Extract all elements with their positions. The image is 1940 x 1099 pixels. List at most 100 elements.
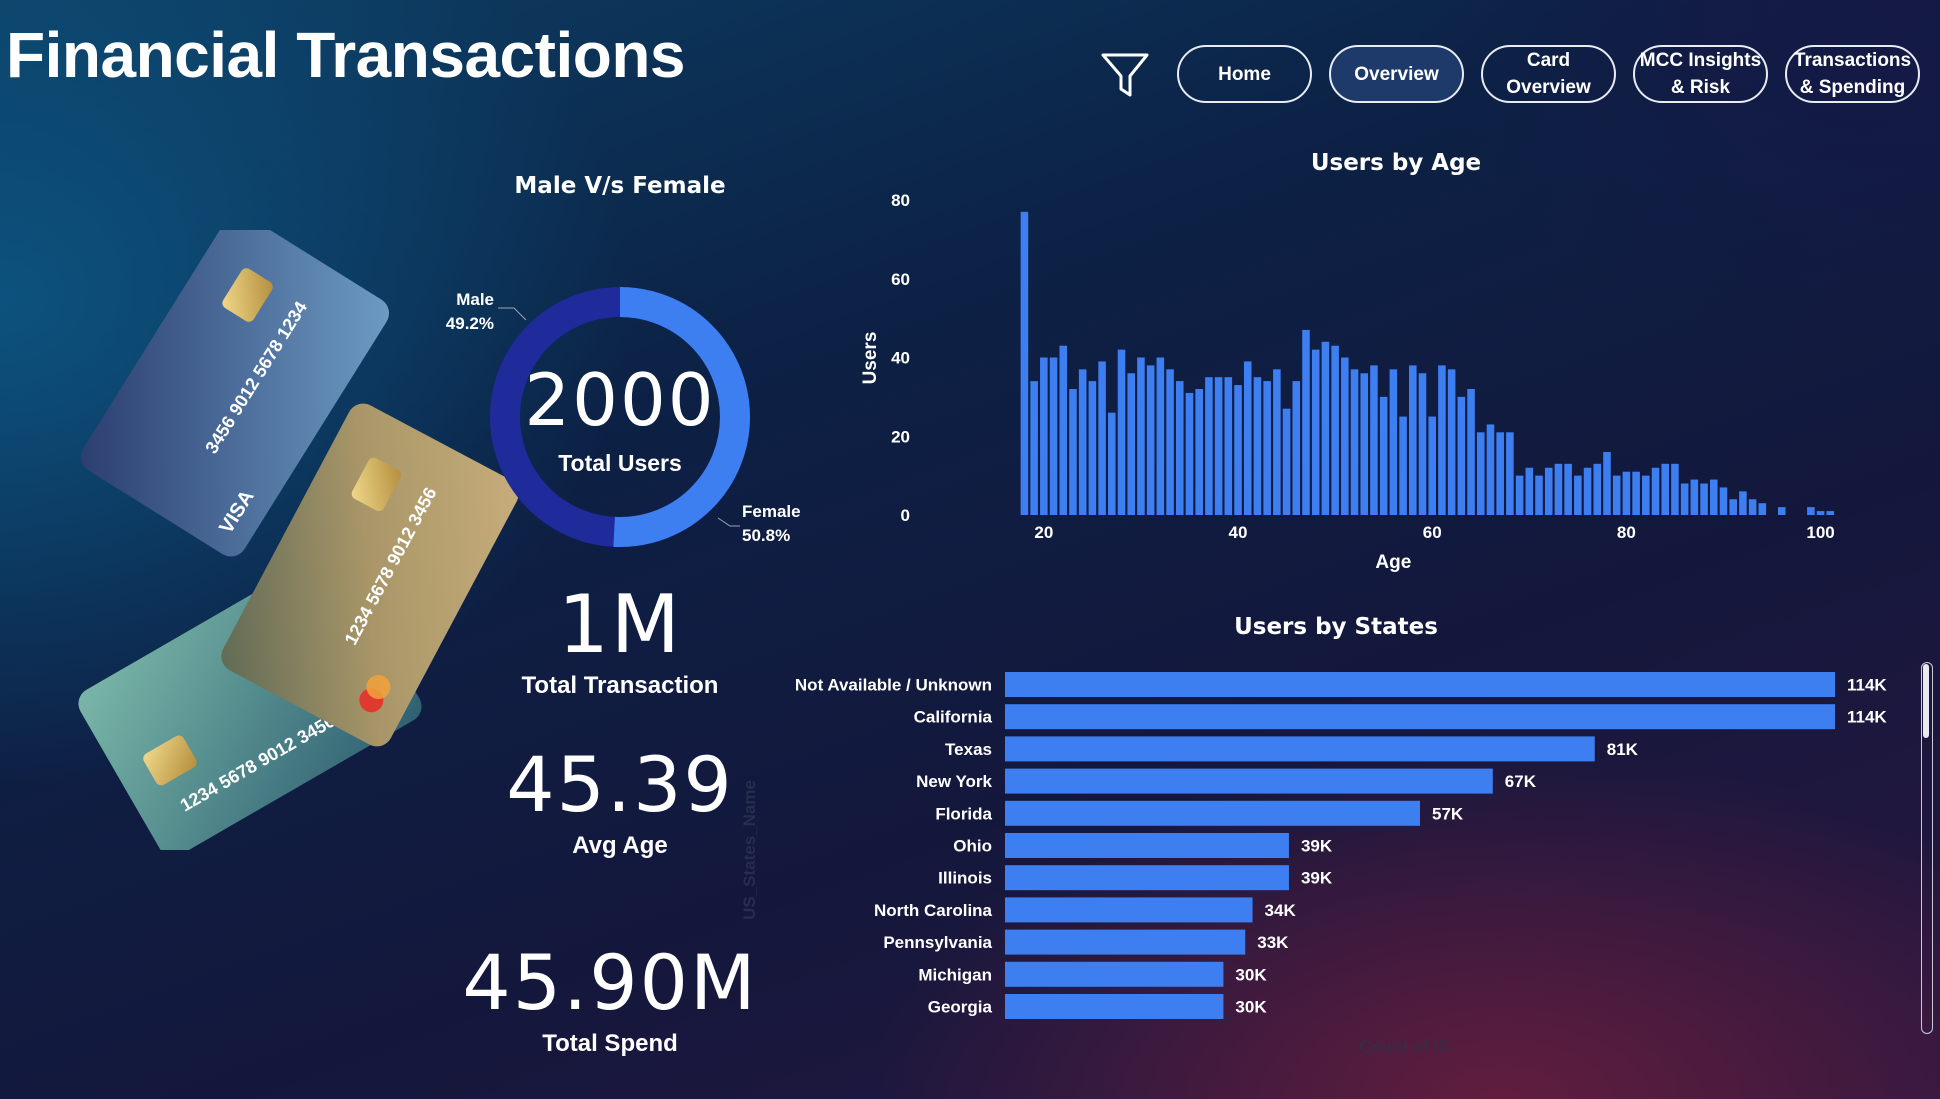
age-bar[interactable] bbox=[1059, 345, 1068, 515]
state-bar[interactable] bbox=[1005, 672, 1835, 697]
age-bar[interactable] bbox=[1409, 365, 1417, 515]
age-bar[interactable] bbox=[1758, 503, 1767, 515]
age-bar[interactable] bbox=[1709, 479, 1718, 515]
age-bar[interactable] bbox=[1428, 416, 1436, 515]
age-bar[interactable] bbox=[1418, 373, 1427, 515]
x-tick-label: 100 bbox=[1806, 523, 1834, 542]
state-bar[interactable] bbox=[1005, 865, 1289, 891]
nav-home-button[interactable]: Home bbox=[1177, 45, 1312, 103]
state-bar[interactable] bbox=[1005, 833, 1289, 858]
age-bar[interactable] bbox=[1049, 357, 1058, 516]
age-bar[interactable] bbox=[1341, 357, 1349, 516]
age-bar[interactable] bbox=[1777, 507, 1786, 515]
age-bar[interactable] bbox=[1078, 369, 1087, 515]
age-bar[interactable] bbox=[1263, 381, 1271, 515]
age-bar[interactable] bbox=[1350, 369, 1359, 515]
age-bar[interactable] bbox=[1816, 511, 1825, 515]
nav-overview-button[interactable]: Overview bbox=[1329, 45, 1464, 103]
age-bar[interactable] bbox=[1438, 365, 1446, 515]
age-bar[interactable] bbox=[1020, 211, 1029, 515]
age-bar[interactable] bbox=[1175, 381, 1184, 515]
age-bar[interactable] bbox=[1467, 389, 1475, 515]
age-bar[interactable] bbox=[1826, 511, 1835, 515]
age-bar[interactable] bbox=[1651, 467, 1660, 515]
age-bar[interactable] bbox=[1612, 475, 1621, 515]
age-bar[interactable] bbox=[1117, 349, 1126, 515]
age-bar[interactable] bbox=[1108, 412, 1116, 515]
age-bar[interactable] bbox=[1069, 389, 1077, 515]
age-bar[interactable] bbox=[1661, 463, 1670, 515]
age-bar[interactable] bbox=[1544, 467, 1553, 515]
age-bar[interactable] bbox=[1535, 475, 1543, 515]
age-bar[interactable] bbox=[1671, 463, 1679, 515]
age-bar[interactable] bbox=[1506, 432, 1514, 515]
age-bar[interactable] bbox=[1739, 491, 1747, 515]
state-bar[interactable] bbox=[1005, 961, 1224, 987]
age-bar[interactable] bbox=[1632, 471, 1640, 515]
age-bar[interactable] bbox=[1311, 349, 1320, 515]
age-bar[interactable] bbox=[1030, 381, 1038, 515]
age-bar[interactable] bbox=[1525, 467, 1534, 515]
age-bar[interactable] bbox=[1729, 499, 1737, 515]
age-bar[interactable] bbox=[1690, 479, 1699, 515]
age-bar[interactable] bbox=[1088, 381, 1097, 515]
states-scrollbar-thumb[interactable] bbox=[1923, 664, 1929, 738]
age-bar[interactable] bbox=[1476, 432, 1485, 515]
age-bar[interactable] bbox=[1719, 487, 1728, 515]
state-bar[interactable] bbox=[1005, 897, 1253, 923]
age-bar[interactable] bbox=[1331, 345, 1339, 515]
funnel-icon[interactable] bbox=[1100, 50, 1150, 100]
age-bar[interactable] bbox=[1457, 396, 1466, 515]
age-bar[interactable] bbox=[1622, 471, 1631, 515]
age-bar[interactable] bbox=[1583, 467, 1592, 515]
age-bar[interactable] bbox=[1195, 389, 1203, 515]
age-bar[interactable] bbox=[1700, 483, 1708, 516]
age-bar[interactable] bbox=[1515, 475, 1524, 515]
age-bar[interactable] bbox=[1496, 432, 1504, 515]
age-bar[interactable] bbox=[1146, 365, 1155, 515]
age-bar[interactable] bbox=[1040, 357, 1048, 516]
state-bar[interactable] bbox=[1005, 736, 1595, 762]
age-bar[interactable] bbox=[1098, 361, 1106, 515]
age-bar[interactable] bbox=[1360, 373, 1369, 515]
age-bar[interactable] bbox=[1748, 499, 1757, 515]
age-bar[interactable] bbox=[1486, 424, 1495, 515]
nav-card-overview-button[interactable]: Card Overview bbox=[1481, 45, 1616, 103]
nav-transactions-spending-button[interactable]: Transactions & Spending bbox=[1785, 45, 1920, 103]
age-bar[interactable] bbox=[1554, 463, 1563, 515]
age-bar[interactable] bbox=[1807, 507, 1815, 515]
age-bar[interactable] bbox=[1282, 408, 1291, 515]
age-bar[interactable] bbox=[1185, 392, 1194, 515]
age-bar[interactable] bbox=[1379, 396, 1388, 515]
age-bar[interactable] bbox=[1234, 385, 1242, 515]
age-bar[interactable] bbox=[1447, 369, 1456, 515]
state-bar[interactable] bbox=[1005, 994, 1224, 1019]
nav-mcc-insights-button[interactable]: MCC Insights & Risk bbox=[1633, 45, 1768, 103]
state-bar[interactable] bbox=[1005, 800, 1420, 826]
state-bar[interactable] bbox=[1005, 768, 1493, 794]
age-bar[interactable] bbox=[1593, 463, 1602, 515]
age-bar[interactable] bbox=[1642, 475, 1650, 515]
age-bar[interactable] bbox=[1214, 377, 1223, 515]
age-bar[interactable] bbox=[1302, 329, 1310, 515]
age-bar[interactable] bbox=[1137, 357, 1145, 516]
age-bar[interactable] bbox=[1243, 361, 1252, 515]
age-bar[interactable] bbox=[1370, 365, 1378, 515]
age-bar[interactable] bbox=[1564, 463, 1572, 515]
age-bar[interactable] bbox=[1273, 369, 1281, 515]
age-bar[interactable] bbox=[1224, 377, 1233, 515]
age-bar[interactable] bbox=[1156, 357, 1165, 516]
age-bar[interactable] bbox=[1127, 373, 1136, 515]
age-bar[interactable] bbox=[1253, 377, 1262, 515]
age-bar[interactable] bbox=[1166, 369, 1174, 515]
age-bar[interactable] bbox=[1603, 452, 1611, 515]
age-bar[interactable] bbox=[1574, 475, 1582, 515]
state-bar[interactable] bbox=[1005, 704, 1835, 730]
state-bar[interactable] bbox=[1005, 929, 1246, 955]
age-bar[interactable] bbox=[1680, 483, 1689, 516]
age-bar[interactable] bbox=[1389, 369, 1398, 515]
age-bar[interactable] bbox=[1321, 341, 1330, 515]
age-bar[interactable] bbox=[1292, 381, 1301, 515]
age-bar[interactable] bbox=[1205, 377, 1213, 515]
age-bar[interactable] bbox=[1399, 416, 1407, 515]
